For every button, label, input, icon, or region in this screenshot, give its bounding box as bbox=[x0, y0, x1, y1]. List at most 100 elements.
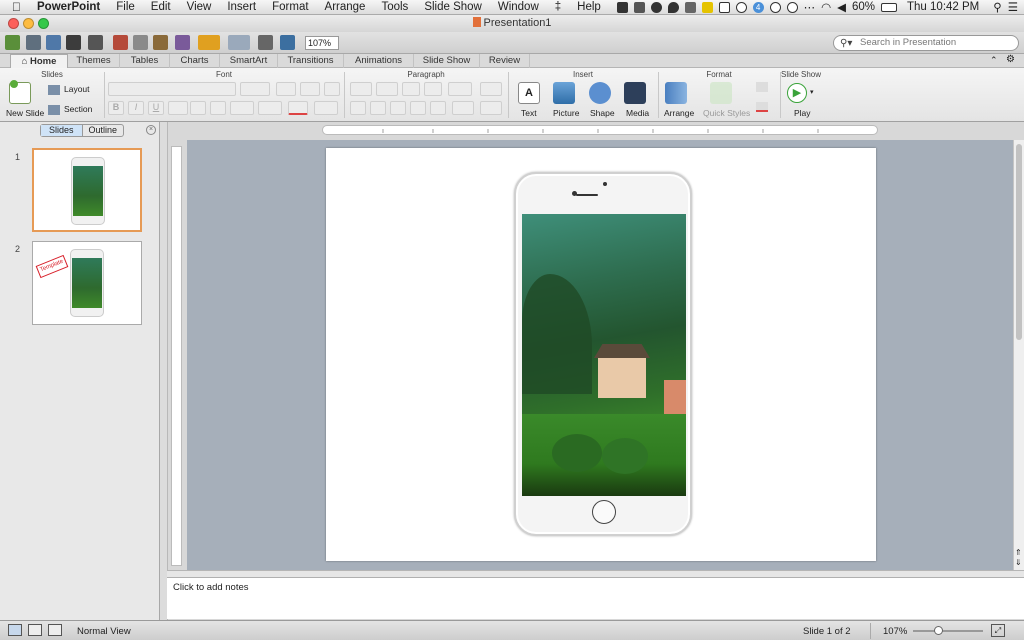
new-document-icon[interactable] bbox=[5, 35, 20, 50]
slide-sorter-view-icon[interactable] bbox=[28, 624, 42, 636]
prev-slide-icon[interactable]: ⇑ bbox=[1015, 548, 1022, 557]
increase-indent-icon[interactable] bbox=[424, 82, 442, 96]
redo-icon[interactable] bbox=[228, 35, 250, 50]
text-direction-icon[interactable] bbox=[452, 101, 474, 115]
notes-pane[interactable]: Click to add notes bbox=[167, 577, 1024, 619]
bullets-icon[interactable] bbox=[350, 82, 372, 96]
tab-outline[interactable]: Outline bbox=[83, 125, 124, 136]
zoom-slider-thumb[interactable] bbox=[933, 626, 943, 635]
arrange-button[interactable]: Arrange bbox=[664, 108, 694, 118]
menu-slideshow[interactable]: Slide Show bbox=[416, 1, 490, 13]
apple-menu-icon[interactable]:  bbox=[0, 0, 29, 14]
sync-icon[interactable] bbox=[735, 1, 747, 13]
ribbon-settings-icon[interactable]: ⚙ bbox=[1006, 54, 1015, 65]
collapse-ribbon-icon[interactable]: ⌃ bbox=[990, 55, 998, 66]
gallery-icon[interactable] bbox=[280, 35, 295, 50]
tab-smartart[interactable]: SmartArt bbox=[220, 54, 278, 68]
tab-themes[interactable]: Themes bbox=[68, 54, 120, 68]
tab-charts[interactable]: Charts bbox=[170, 54, 220, 68]
clear-formatting-icon[interactable] bbox=[324, 82, 340, 96]
menu-arrange[interactable]: Arrange bbox=[317, 1, 374, 13]
pane-splitter[interactable] bbox=[160, 122, 168, 620]
volume-icon[interactable]: ◀ bbox=[837, 0, 846, 14]
cut-icon[interactable] bbox=[113, 35, 128, 50]
font-size-select[interactable] bbox=[240, 82, 270, 96]
tab-transitions[interactable]: Transitions bbox=[278, 54, 344, 68]
menu-insert[interactable]: Insert bbox=[219, 1, 264, 13]
grow-font-icon[interactable] bbox=[276, 82, 296, 96]
print-icon[interactable] bbox=[88, 35, 103, 50]
copy-icon[interactable] bbox=[133, 35, 148, 50]
align-text-icon[interactable] bbox=[480, 101, 502, 115]
battery-percent[interactable]: 60% bbox=[852, 1, 875, 13]
numbering-icon[interactable] bbox=[376, 82, 398, 96]
align-center-icon[interactable] bbox=[370, 101, 386, 115]
battery-icon[interactable] bbox=[881, 2, 898, 12]
menu-format[interactable]: Format bbox=[264, 1, 316, 13]
scrollbar-thumb[interactable] bbox=[1016, 144, 1022, 340]
menu-help[interactable]: Help bbox=[569, 1, 609, 13]
underline-icon[interactable]: U bbox=[148, 101, 164, 115]
slide-icon[interactable] bbox=[258, 35, 273, 50]
norton-icon[interactable] bbox=[701, 1, 713, 13]
zoom-slider[interactable] bbox=[913, 626, 983, 635]
menu-edit[interactable]: Edit bbox=[143, 1, 179, 13]
time-machine-icon[interactable] bbox=[769, 1, 781, 13]
bold-icon[interactable]: B bbox=[108, 101, 124, 115]
quick-styles-button[interactable]: Quick Styles bbox=[703, 108, 750, 118]
zoom-select[interactable]: 107% bbox=[305, 36, 339, 50]
play-button[interactable]: Play bbox=[794, 108, 811, 118]
search-input[interactable]: ⚲▾ Search in Presentation bbox=[833, 35, 1019, 51]
box-icon[interactable] bbox=[684, 1, 696, 13]
shrink-font-icon[interactable] bbox=[300, 82, 320, 96]
insert-text-button[interactable]: Text bbox=[521, 108, 537, 118]
shape-fill-icon[interactable] bbox=[756, 82, 768, 92]
slide-thumbnail[interactable] bbox=[32, 148, 142, 232]
undo-icon[interactable] bbox=[198, 35, 220, 50]
format-painter-icon[interactable] bbox=[175, 35, 190, 50]
font-name-select[interactable] bbox=[108, 82, 236, 96]
screens-icon[interactable] bbox=[718, 1, 730, 13]
decrease-indent-icon[interactable] bbox=[402, 82, 420, 96]
subscript-icon[interactable] bbox=[210, 101, 226, 115]
menu-app-name[interactable]: PowerPoint bbox=[29, 1, 108, 13]
play-dropdown-chevron-icon[interactable]: ▾ bbox=[810, 88, 814, 96]
character-spacing-icon[interactable] bbox=[258, 101, 282, 115]
strikethrough-icon[interactable] bbox=[168, 101, 188, 115]
align-left-icon[interactable] bbox=[350, 101, 366, 115]
more-icon[interactable]: ⋯ bbox=[804, 0, 816, 14]
new-slide-button[interactable]: New Slide bbox=[6, 108, 44, 118]
phone-mockup[interactable] bbox=[514, 172, 692, 536]
tab-animations[interactable]: Animations bbox=[344, 54, 414, 68]
alarm-icon[interactable] bbox=[650, 1, 662, 13]
line-spacing-icon[interactable] bbox=[448, 82, 472, 96]
tab-review[interactable]: Review bbox=[480, 54, 530, 68]
dropbox-icon[interactable] bbox=[616, 1, 628, 13]
distribute-icon[interactable] bbox=[430, 101, 446, 115]
font-color-icon[interactable] bbox=[288, 101, 308, 115]
evernote-icon[interactable] bbox=[633, 1, 645, 13]
clock-icon[interactable] bbox=[786, 1, 798, 13]
menu-view[interactable]: View bbox=[179, 1, 220, 13]
notification-icon[interactable]: 4 bbox=[752, 1, 764, 13]
fit-to-window-icon[interactable]: ⤢ bbox=[991, 624, 1005, 637]
notification-center-icon[interactable]: ☰ bbox=[1008, 0, 1018, 14]
next-slide-icon[interactable]: ⇓ bbox=[1015, 558, 1022, 567]
notes-splitter[interactable] bbox=[167, 570, 1024, 577]
close-pane-icon[interactable]: × bbox=[146, 125, 156, 135]
superscript-icon[interactable] bbox=[190, 101, 206, 115]
tab-home[interactable]: ⌂ Home bbox=[10, 54, 68, 68]
layout-button[interactable]: Layout bbox=[64, 84, 90, 94]
italic-icon[interactable]: I bbox=[128, 101, 144, 115]
insert-media-button[interactable]: Media bbox=[626, 108, 649, 118]
open-icon[interactable] bbox=[46, 35, 61, 50]
slide-thumbnail[interactable]: Template bbox=[32, 241, 142, 325]
menubar-clock[interactable]: Thu 10:42 PM bbox=[907, 1, 979, 13]
section-button[interactable]: Section bbox=[64, 104, 92, 114]
columns-icon[interactable] bbox=[480, 82, 502, 96]
menu-tools[interactable]: Tools bbox=[373, 1, 416, 13]
insert-picture-button[interactable]: Picture bbox=[553, 108, 579, 118]
wifi-icon[interactable]: ◠ bbox=[821, 0, 831, 14]
normal-view-icon[interactable] bbox=[8, 624, 22, 636]
justify-icon[interactable] bbox=[410, 101, 426, 115]
